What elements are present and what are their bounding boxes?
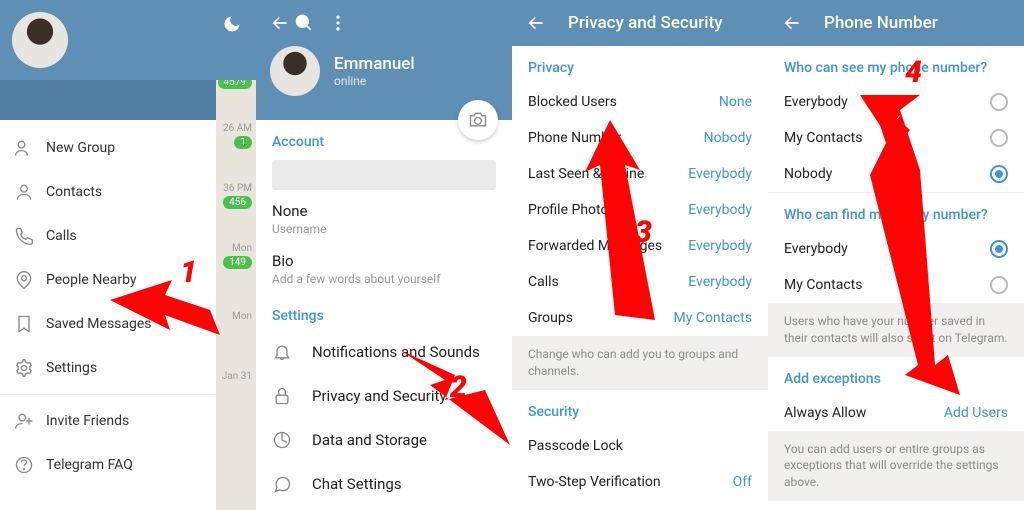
- settings-data[interactable]: Data and Storage: [256, 418, 512, 462]
- back-icon[interactable]: [780, 11, 804, 35]
- menu-label: Saved Messages: [46, 316, 152, 332]
- settings-privacy[interactable]: Privacy and Security: [256, 374, 512, 418]
- settings-header: Emmanuel online: [256, 0, 512, 120]
- exceptions-hint: You can add users or entire groups as ex…: [768, 431, 1024, 501]
- row-groups[interactable]: GroupsMy Contacts: [512, 300, 768, 336]
- avatar[interactable]: [12, 12, 68, 68]
- settings-header-label: Settings: [256, 294, 512, 330]
- phone-placeholder: [272, 160, 496, 190]
- bio-row[interactable]: Bio Add a few words about yourself: [256, 244, 512, 294]
- panel-drawer: 23 AM4579 26 AM1 36 PM456 Mon149 Mon Jan…: [0, 0, 256, 510]
- night-mode-icon[interactable]: [220, 12, 244, 36]
- radio-icon: [990, 240, 1008, 258]
- header-bar: Privacy and Security: [512, 0, 768, 46]
- settings-notifications[interactable]: Notifications and Sounds: [256, 330, 512, 374]
- privacy-hint: Change who can add you to groups and cha…: [512, 336, 768, 390]
- page-title: Privacy and Security: [568, 13, 723, 33]
- more-icon[interactable]: [326, 11, 350, 35]
- avatar[interactable]: [270, 46, 320, 96]
- page-title: Phone Number: [824, 13, 938, 33]
- profile-status: online: [334, 74, 415, 88]
- menu-label: Invite Friends: [46, 413, 129, 429]
- privacy-header: Privacy: [512, 46, 768, 84]
- opt-see-contacts[interactable]: My Contacts: [768, 120, 1024, 156]
- security-header: Security: [512, 390, 768, 428]
- search-icon[interactable]: [292, 11, 316, 35]
- username-row[interactable]: None Username: [256, 194, 512, 244]
- row-active-sessions[interactable]: Active Sessions: [512, 500, 768, 510]
- opt-see-everybody[interactable]: Everybody: [768, 84, 1024, 120]
- row-passcode[interactable]: Passcode Lock: [512, 428, 768, 464]
- who-see-header: Who can see my phone number?: [768, 46, 1024, 84]
- opt-see-nobody[interactable]: Nobody: [768, 156, 1024, 192]
- row-calls[interactable]: CallsEverybody: [512, 264, 768, 300]
- radio-icon: [990, 129, 1008, 147]
- row-phone-number[interactable]: Phone NumberNobody: [512, 120, 768, 156]
- menu-label: Calls: [46, 228, 77, 244]
- menu-label: New Group: [46, 140, 115, 156]
- row-profile-photos[interactable]: Profile PhotosEverybody: [512, 192, 768, 228]
- radio-icon: [990, 276, 1008, 294]
- menu-label: Telegram FAQ: [46, 457, 133, 473]
- panel-privacy-security: Privacy and Security Privacy Blocked Use…: [512, 0, 768, 510]
- menu-label: Settings: [46, 360, 97, 376]
- radio-icon: [990, 93, 1008, 111]
- header-bar: Phone Number: [768, 0, 1024, 46]
- row-blocked-users[interactable]: Blocked UsersNone: [512, 84, 768, 120]
- back-icon[interactable]: [524, 11, 548, 35]
- drawer-header: [0, 0, 256, 80]
- menu-label: People Nearby: [46, 272, 137, 288]
- back-icon[interactable]: [268, 11, 292, 35]
- menu-label: Contacts: [46, 184, 102, 200]
- row-always-allow[interactable]: Always AllowAdd Users: [768, 395, 1024, 431]
- settings-folders[interactable]: Folders: [256, 506, 512, 510]
- row-forwarded[interactable]: Forwarded MessagesEverybody: [512, 228, 768, 264]
- panel-phone-number: Phone Number Who can see my phone number…: [768, 0, 1024, 510]
- row-two-step[interactable]: Two-Step VerificationOff: [512, 464, 768, 500]
- opt-find-contacts[interactable]: My Contacts: [768, 267, 1024, 303]
- who-find-header: Who can find me by my number?: [768, 193, 1024, 231]
- camera-fab[interactable]: [458, 100, 498, 140]
- exceptions-header: Add exceptions: [768, 357, 1024, 395]
- settings-chat[interactable]: Chat Settings: [256, 462, 512, 506]
- find-hint: Users who have your number saved in thei…: [768, 303, 1024, 357]
- row-last-seen[interactable]: Last Seen & OnlineEverybody: [512, 156, 768, 192]
- panel-settings: Emmanuel online Account None Username Bi…: [256, 0, 512, 510]
- profile-name: Emmanuel: [334, 54, 415, 74]
- chat-list-bg: 23 AM4579 26 AM1 36 PM456 Mon149 Mon Jan…: [216, 46, 256, 510]
- radio-icon: [990, 165, 1008, 183]
- opt-find-everybody[interactable]: Everybody: [768, 231, 1024, 267]
